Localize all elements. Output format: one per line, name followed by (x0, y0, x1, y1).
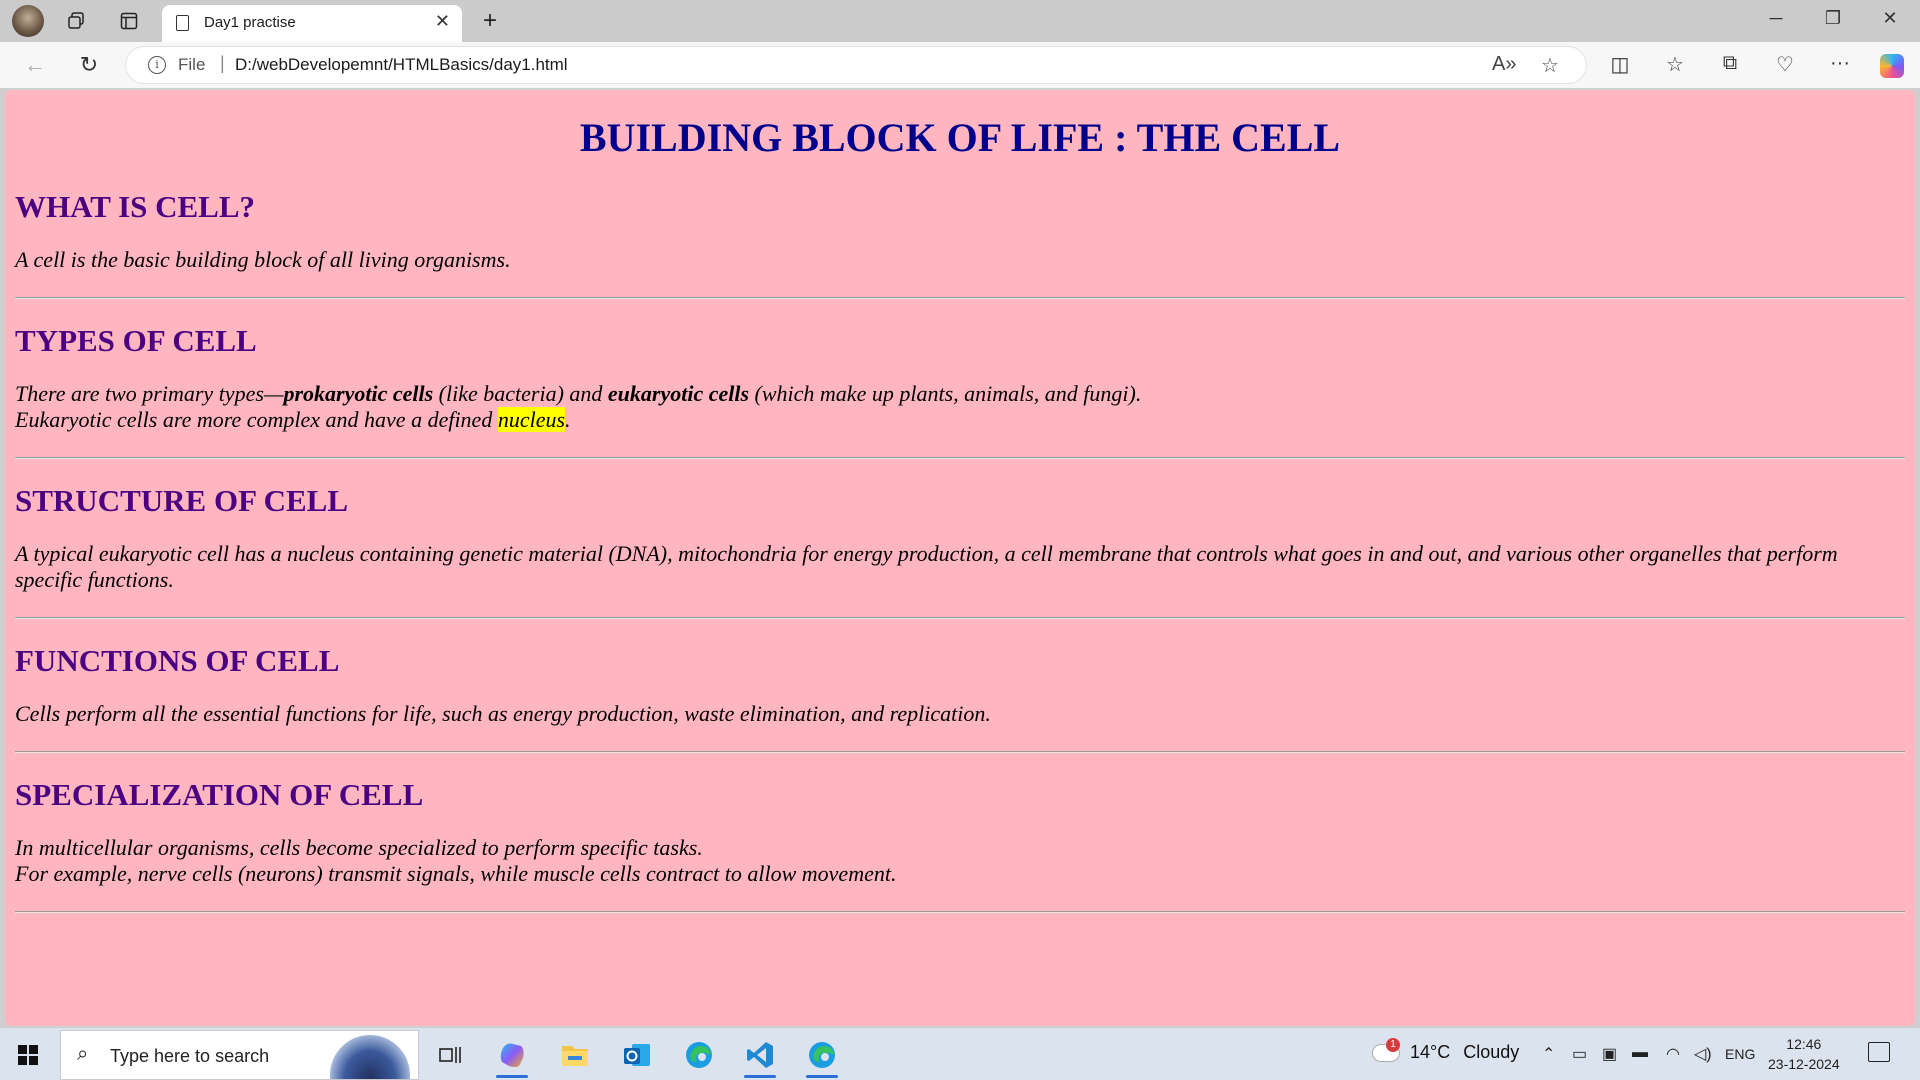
chevron-up-icon[interactable]: ⌃ (1542, 1044, 1555, 1064)
bold-term: prokaryotic cells (283, 381, 434, 406)
browser-essentials-icon[interactable]: ♡ (1770, 52, 1800, 77)
browser-toolbar: ← ↻ i File | D:/webDevelopemnt/HTMLBasic… (0, 42, 1920, 88)
text-run: . (565, 407, 571, 432)
url-text[interactable]: D:/webDevelopemnt/HTMLBasics/day1.html (235, 55, 568, 75)
split-screen-icon[interactable]: ◫ (1605, 52, 1635, 77)
vertical-tabs-icon[interactable] (114, 6, 144, 36)
task-view-icon[interactable] (428, 1034, 472, 1076)
volume-icon[interactable]: ◁) (1694, 1044, 1712, 1064)
page-viewport: BUILDING BLOCK OF LIFE : THE CELL WHAT I… (5, 90, 1915, 1026)
copilot-icon[interactable] (1880, 54, 1904, 78)
horizontal-rule (15, 617, 1905, 619)
close-window-icon[interactable]: ✕ (1870, 8, 1910, 29)
page-title: BUILDING BLOCK OF LIFE : THE CELL (579, 115, 1341, 160)
section-heading: TYPES OF CELL (15, 323, 257, 358)
favorites-icon[interactable]: ☆ (1660, 52, 1690, 77)
restore-icon[interactable]: ❐ (1813, 8, 1853, 29)
search-highlight-image (330, 1035, 410, 1079)
refresh-icon[interactable]: ↻ (72, 50, 106, 80)
address-bar[interactable]: i File | D:/webDevelopemnt/HTMLBasics/da… (126, 47, 1586, 83)
section-heading: WHAT IS CELL? (15, 189, 256, 224)
workspaces-icon[interactable] (61, 6, 91, 36)
horizontal-rule (15, 457, 1905, 459)
horizontal-rule (15, 297, 1905, 299)
search-icon: ⌕ (77, 1043, 89, 1065)
clock-time: 12:46 (1786, 1036, 1822, 1052)
search-placeholder: Type here to search (110, 1046, 270, 1066)
weather-alert-badge: 1 (1386, 1038, 1400, 1052)
text-run: There are two primary types— (15, 381, 284, 406)
section-text: A cell is the basic building block of al… (15, 247, 511, 272)
section-heading: SPECIALIZATION OF CELL (15, 777, 424, 812)
horizontal-rule (15, 911, 1905, 913)
edge-icon[interactable] (800, 1034, 844, 1078)
text-run: Eukaryotic cells are more complex and ha… (15, 407, 498, 432)
vscode-icon[interactable] (738, 1034, 782, 1078)
system-clock[interactable]: 12:46 23-12-2024 (1768, 1034, 1840, 1074)
url-separator: | (220, 53, 225, 73)
tab-title: Day1 practise (204, 14, 296, 31)
page-icon (176, 15, 189, 31)
windows-taskbar: ⌕ Type here to search 1 14°C Cloudy ⌃ ▭ … (0, 1028, 1920, 1080)
site-info-icon[interactable]: i (148, 56, 166, 74)
copilot-icon[interactable] (490, 1034, 534, 1078)
outlook-icon[interactable] (615, 1034, 659, 1076)
section-heading: FUNCTIONS OF CELL (15, 643, 340, 678)
new-tab-button[interactable]: + (475, 6, 505, 36)
text-run: (which make up plants, animals, and fung… (749, 381, 1142, 406)
battery-icon[interactable]: ▬ (1632, 1044, 1648, 1062)
text-run: (like bacteria) and (433, 381, 608, 406)
edge-icon[interactable] (677, 1034, 721, 1076)
windows-start-icon[interactable] (18, 1045, 38, 1065)
collections-icon[interactable]: ⧉ (1715, 52, 1745, 75)
display-icon[interactable]: ▣ (1602, 1044, 1617, 1064)
language-indicator[interactable]: ENG (1725, 1046, 1755, 1062)
close-tab-icon[interactable]: ✕ (435, 11, 450, 32)
weather-desc: Cloudy (1463, 1042, 1520, 1062)
profile-avatar[interactable] (12, 5, 44, 37)
text-run: For example, nerve cells (neurons) trans… (15, 861, 897, 886)
bold-term: eukaryotic cells (607, 381, 750, 406)
tab-strip: Day1 practise ✕ + ─ ❐ ✕ (0, 0, 1920, 42)
weather-temp: 14°C (1410, 1042, 1451, 1062)
highlighted-term: nucleus (497, 407, 566, 432)
text-run: In multicellular organisms, cells become… (15, 835, 703, 860)
section-text: There are two primary types—prokaryotic … (15, 381, 1895, 433)
favorite-star-icon[interactable]: ☆ (1541, 53, 1559, 78)
url-scheme-label: File (178, 55, 206, 74)
more-options-icon[interactable]: ··· (1825, 52, 1855, 75)
section-heading: STRUCTURE OF CELL (15, 483, 349, 518)
taskbar-search-box[interactable]: ⌕ Type here to search (60, 1030, 419, 1080)
weather-widget[interactable]: 14°C Cloudy (1410, 1042, 1519, 1063)
horizontal-rule (15, 751, 1905, 753)
wifi-icon[interactable]: ◠ (1666, 1044, 1680, 1064)
read-aloud-icon[interactable]: A» (1492, 53, 1516, 76)
back-arrow-icon[interactable]: ← (18, 50, 52, 80)
minimize-icon[interactable]: ─ (1756, 8, 1796, 29)
meet-now-icon[interactable]: ▭ (1572, 1044, 1587, 1064)
notification-center-icon[interactable] (1868, 1042, 1890, 1062)
section-text: Cells perform all the essential function… (15, 701, 991, 726)
file-explorer-icon[interactable] (553, 1034, 597, 1076)
section-text: In multicellular organisms, cells become… (15, 835, 1895, 887)
clock-date: 23-12-2024 (1768, 1056, 1840, 1072)
section-text: A typical eukaryotic cell has a nucleus … (15, 541, 1838, 592)
active-tab[interactable]: Day1 practise ✕ (162, 5, 462, 42)
